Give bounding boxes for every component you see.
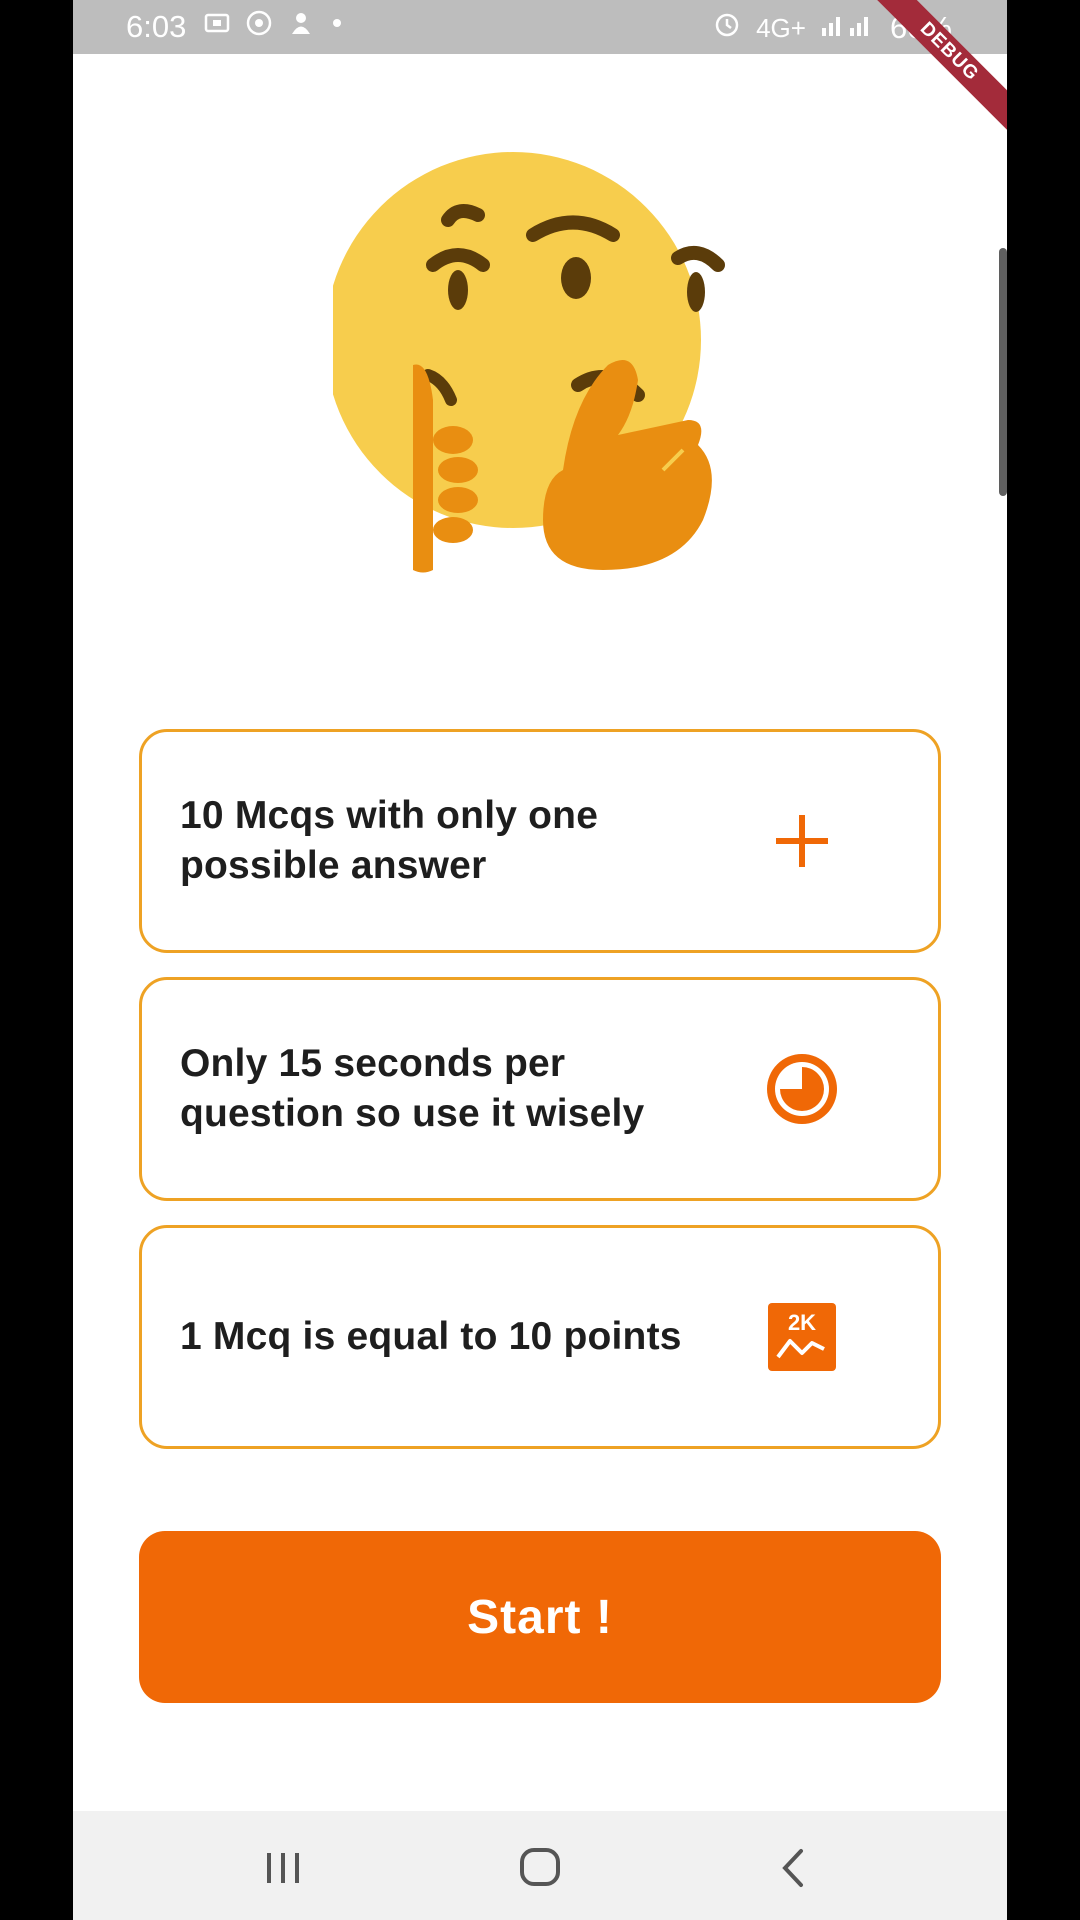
- thinking-face-emoji: [325, 150, 813, 580]
- points-chart-icon: 2K: [762, 1297, 842, 1377]
- status-bar: 6:03 4G+ 60% DEBUG: [73, 0, 1007, 140]
- rule-card-timer: Only 15 seconds per question so use it w…: [139, 977, 941, 1201]
- start-button[interactable]: Start !: [139, 1531, 941, 1703]
- rule-card-mcqs: 10 Mcqs with only one possible answer: [139, 729, 941, 953]
- notification-icon: [287, 9, 315, 44]
- rule-text: Only 15 seconds per question so use it w…: [180, 1042, 645, 1135]
- app-screen: 6:03 4G+ 60% DEBUG: [73, 0, 1007, 1920]
- network-type: 4G+: [756, 12, 806, 43]
- alarm-icon: [712, 9, 742, 47]
- back-icon[interactable]: [763, 1843, 823, 1893]
- system-nav-bar: [73, 1811, 1007, 1920]
- scrollbar[interactable]: [999, 248, 1007, 496]
- wifi-hotspot-icon: [245, 9, 273, 44]
- status-time: 6:03: [126, 9, 187, 44]
- rule-text: 1 Mcq is equal to 10 points: [180, 1315, 682, 1358]
- plus-icon: [762, 801, 842, 881]
- rule-text: 10 Mcqs with only one possible answer: [180, 794, 599, 887]
- points-icon-text: 2K: [788, 1310, 816, 1335]
- dot-icon: [329, 9, 345, 44]
- recent-apps-icon[interactable]: [253, 1843, 313, 1893]
- screenshot-icon: [203, 9, 231, 44]
- status-notification-icons: [203, 9, 345, 44]
- signal-icon: [820, 10, 876, 46]
- home-icon[interactable]: [511, 1843, 571, 1893]
- rule-card-points: 1 Mcq is equal to 10 points 2K: [139, 1225, 941, 1449]
- timer-icon: [762, 1049, 842, 1129]
